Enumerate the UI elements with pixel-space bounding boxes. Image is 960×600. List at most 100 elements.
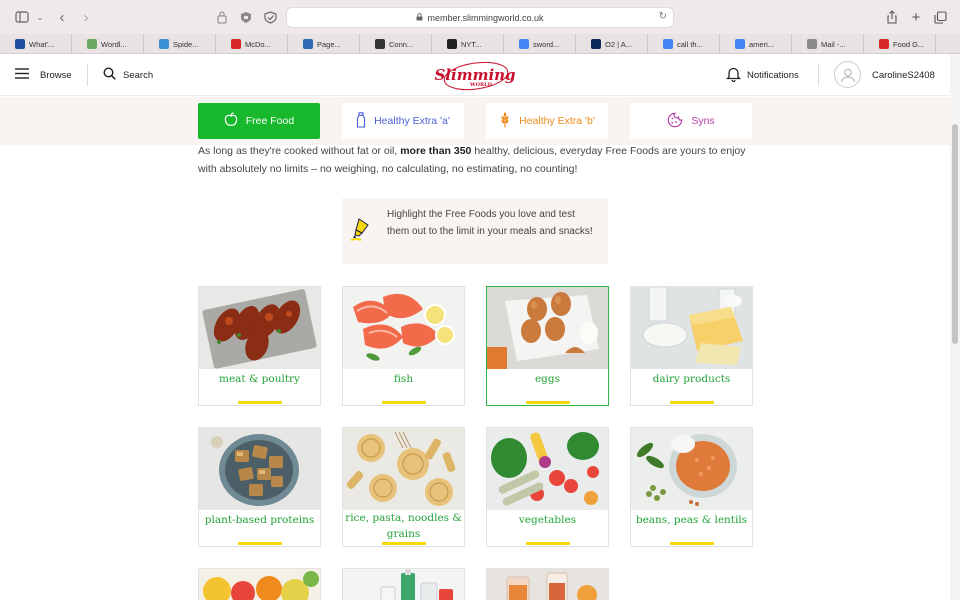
bookmark-label: sword... (533, 39, 560, 49)
bookmark-item[interactable]: sword... (504, 34, 576, 54)
bookmark-item[interactable]: Wordl... (72, 34, 144, 54)
vegetables-image (487, 428, 608, 510)
label-underline (238, 401, 282, 404)
bookmark-item[interactable]: McDo... (216, 34, 288, 54)
bookmark-favicon-icon (807, 39, 817, 49)
tab-label: Free Food (245, 115, 295, 127)
category-label: meat & poultry (218, 373, 300, 385)
browser-toolbar: ⌄ ‹ › member.slimmingworld.co.uk ↻ + (0, 0, 960, 34)
category-card-fruit[interactable] (198, 568, 321, 600)
label-underline (670, 401, 714, 404)
tab-overview-icon[interactable] (932, 9, 948, 25)
bookmark-item[interactable]: Mail -... (792, 34, 864, 54)
bookmark-item[interactable]: NYT... (432, 34, 504, 54)
category-card-fish[interactable]: fish (342, 286, 465, 406)
category-card-dairy-products[interactable]: dairy products (630, 286, 753, 406)
category-label: fish (393, 373, 414, 385)
browse-menu[interactable]: Browse (15, 54, 72, 96)
bookmarks-bar: What'... Wordl... Spide... McDo... Page... Co… (0, 34, 960, 54)
bookmark-favicon-icon (231, 39, 241, 49)
category-card-drinks[interactable] (342, 568, 465, 600)
fish-image (343, 287, 464, 369)
label-underline (670, 542, 714, 545)
tofu-image (199, 428, 320, 510)
bookmark-label: ameri... (749, 39, 775, 49)
tab-healthy-extra-b[interactable]: Healthy Extra 'b' (486, 103, 608, 139)
tab-healthy-extra-a[interactable]: Healthy Extra 'a' (342, 103, 464, 139)
bookmark-favicon-icon (591, 39, 601, 49)
category-card-rice-pasta-noodles-grains[interactable]: rice, pasta, noodles & grains (342, 427, 465, 547)
category-label: rice, pasta, noodles & grains (345, 512, 462, 540)
bookmark-label: Wordl... (101, 39, 127, 49)
cookie-icon (667, 112, 683, 131)
tab-syns[interactable]: Syns (630, 103, 752, 139)
label-underline (382, 542, 426, 545)
bookmark-favicon-icon (375, 39, 385, 49)
fruit-image (199, 569, 320, 600)
category-card-plant-based-proteins[interactable]: plant-based proteins (198, 427, 321, 547)
bookmark-label: Spide... (173, 39, 199, 49)
bookmark-label: O2 | A... (605, 39, 632, 49)
bookmark-label: Page... (317, 39, 341, 49)
bookmark-favicon-icon (879, 39, 889, 49)
milk-bottle-icon (356, 111, 366, 131)
page-scrollbar[interactable] (950, 54, 960, 600)
username-label[interactable]: CarolineS2408 (872, 54, 935, 96)
category-card-meat-poultry[interactable]: meat & poultry (198, 286, 321, 406)
bookmark-favicon-icon (519, 39, 529, 49)
shield-extension-icon[interactable] (238, 9, 254, 25)
notifications-label: Notifications (747, 69, 799, 81)
category-card-vegetables[interactable]: vegetables (486, 427, 609, 547)
search-icon (103, 67, 116, 83)
url-text: member.slimmingworld.co.uk (427, 12, 544, 23)
label-underline (382, 401, 426, 404)
food-type-tabs: Free Food Healthy Extra 'a' Healthy Extr… (0, 97, 950, 145)
bookmark-item[interactable]: What'... (0, 34, 72, 54)
forward-icon[interactable]: › (78, 9, 94, 26)
category-label: dairy products (652, 373, 731, 385)
bookmark-item[interactable]: ameri... (720, 34, 792, 54)
bookmark-item[interactable]: O2 | A... (576, 34, 648, 54)
slimming-world-logo[interactable]: Slimming WORLD (434, 60, 516, 91)
site-header: Browse Search Slimming WORLD Notificatio… (0, 54, 950, 96)
category-label: beans, peas & lentils (635, 514, 748, 526)
bookmark-item[interactable]: Page... (288, 34, 360, 54)
search-button[interactable]: Search (103, 54, 153, 96)
new-tab-icon[interactable]: + (908, 9, 924, 26)
category-label: plant-based proteins (204, 514, 315, 526)
bookmark-favicon-icon (87, 39, 97, 49)
scrollbar-thumb[interactable] (952, 124, 958, 344)
category-card-eggs[interactable]: eggs (486, 286, 609, 406)
share-icon[interactable] (884, 9, 900, 25)
avatar[interactable] (834, 61, 861, 88)
bookmark-label: NYT... (461, 39, 482, 49)
sidebar-menu-chevron-icon[interactable]: ⌄ (32, 9, 48, 25)
privacy-report-icon[interactable] (214, 9, 230, 25)
adblock-extension-icon[interactable] (262, 9, 278, 25)
apple-icon (224, 112, 238, 130)
sidebar-toggle-icon[interactable] (14, 9, 30, 25)
tip-text: Highlight the Free Foods you love and te… (387, 209, 593, 237)
intro-bold: more than 350 (400, 145, 472, 157)
notifications-button[interactable]: Notifications (725, 54, 799, 96)
label-underline (526, 542, 570, 545)
reload-icon[interactable]: ↻ (659, 11, 667, 22)
bookmark-item[interactable]: Food G... (864, 34, 936, 54)
bookmark-favicon-icon (447, 39, 457, 49)
highlight-tip: Highlight the Free Foods you love and te… (342, 198, 608, 264)
back-icon[interactable]: ‹ (54, 9, 70, 26)
bookmark-item[interactable]: Conn... (360, 34, 432, 54)
category-card-soups[interactable] (486, 568, 609, 600)
tab-label: Syns (691, 115, 715, 127)
eggs-image (487, 287, 608, 369)
search-label: Search (123, 69, 154, 81)
lock-icon (416, 12, 423, 23)
tab-free-food[interactable]: Free Food (198, 103, 320, 139)
bookmark-item[interactable]: Spide... (144, 34, 216, 54)
category-card-beans-peas-lentils[interactable]: beans, peas & lentils (630, 427, 753, 547)
dairy-image (631, 287, 752, 369)
bookmark-item[interactable]: call th... (648, 34, 720, 54)
bookmark-label: Mail -... (821, 39, 846, 49)
address-bar[interactable]: member.slimmingworld.co.uk ↻ (286, 7, 674, 28)
category-label: vegetables (518, 514, 577, 526)
